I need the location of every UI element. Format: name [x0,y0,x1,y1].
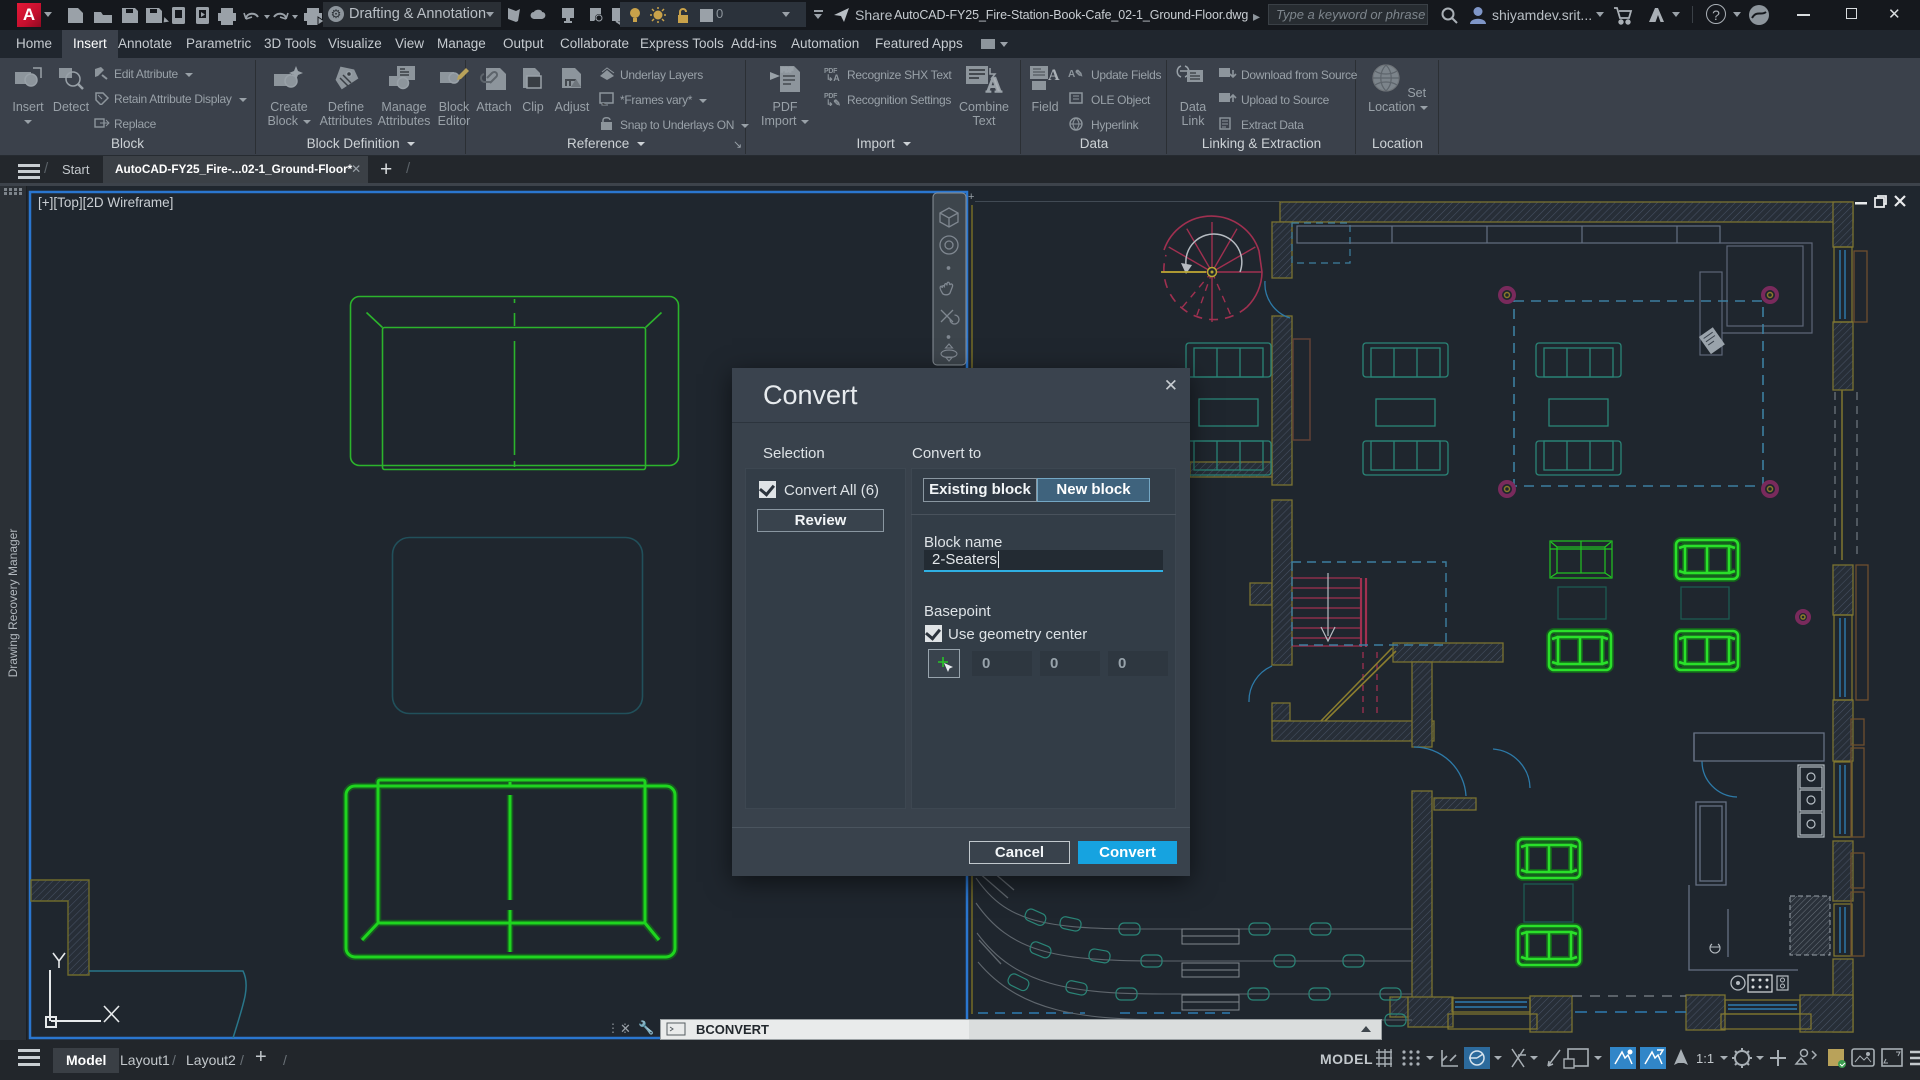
svg-text:A: A [986,72,1002,94]
svg-text:↳A: ↳A [826,73,840,81]
svg-text:A✎: A✎ [1068,69,1083,80]
svg-text:1:1: 1:1 [1696,1051,1714,1066]
svg-text:A: A [1048,67,1060,84]
svg-text:[+][Top][2D Wireframe]: [+][Top][2D Wireframe] [38,195,173,210]
svg-text:↳✎: ↳✎ [826,98,840,106]
svg-text:PDF: PDF [781,68,793,74]
svg-text:+: + [968,191,974,203]
